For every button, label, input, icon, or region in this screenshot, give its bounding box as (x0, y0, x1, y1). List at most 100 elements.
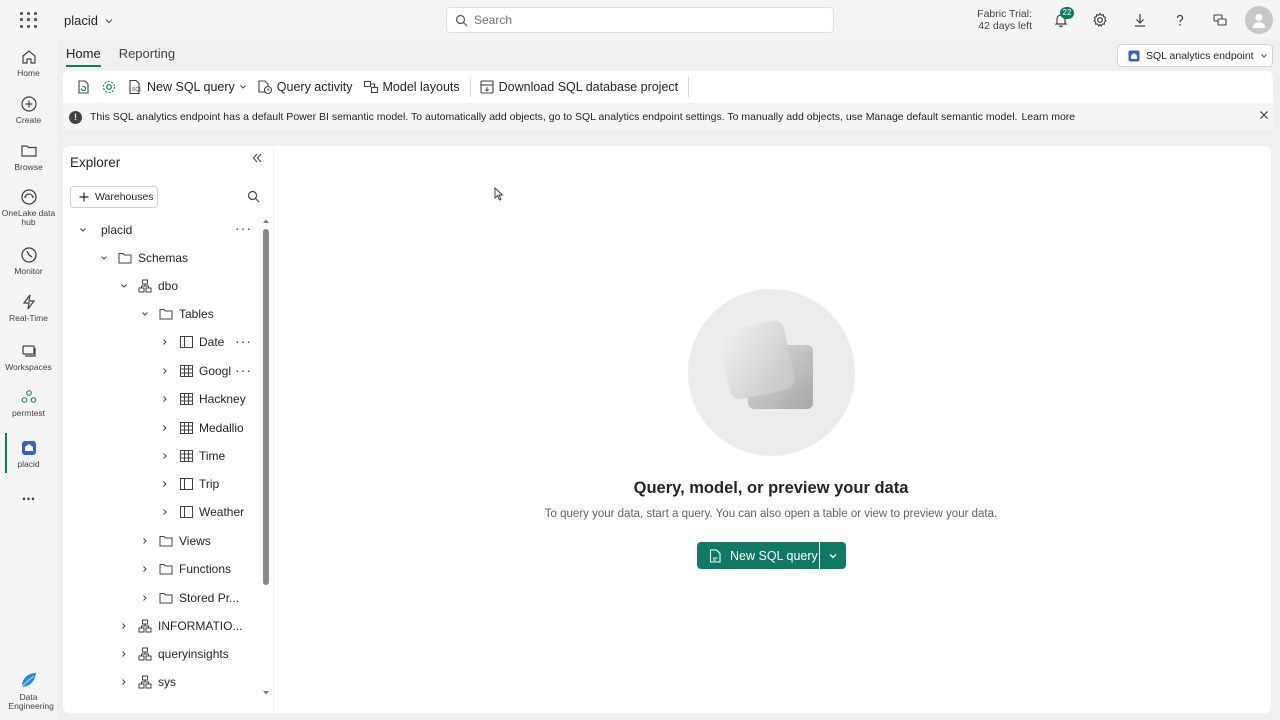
table-grid-icon (179, 365, 193, 377)
workspace-switcher[interactable]: placid (64, 13, 114, 28)
tree-item-functions[interactable]: Functions (140, 559, 231, 579)
tree-item-sys[interactable]: sys (119, 672, 176, 692)
workspace-name: placid (64, 13, 98, 28)
rail-item-monitor[interactable]: Monitor (0, 246, 57, 276)
tree-label: placid (101, 223, 133, 237)
tab-reporting[interactable]: Reporting (119, 46, 175, 67)
toolbar-divider (688, 77, 690, 97)
more-options-icon[interactable]: ··· (235, 333, 252, 349)
rail-label: Data Engineering (8, 692, 54, 711)
explorer-search-button[interactable] (247, 190, 260, 203)
scrollbar-thumb[interactable] (263, 229, 269, 585)
settings-toolbar-button[interactable] (101, 79, 117, 95)
tree-item-tables[interactable]: Tables (140, 304, 214, 324)
collapse-explorer-button[interactable] (251, 152, 263, 164)
rail-item-onelake[interactable]: OneLake data hub (0, 188, 57, 227)
more-options-icon[interactable]: ··· (235, 362, 252, 378)
new-sql-query-button[interactable]: SQL New SQL query (127, 79, 247, 95)
tree-item-root[interactable]: placid (78, 220, 132, 240)
chevron-right-icon (160, 508, 170, 516)
close-icon (1260, 111, 1268, 119)
rail-item-browse[interactable]: Browse (0, 142, 57, 172)
avatar[interactable] (1245, 6, 1273, 34)
experience-switcher[interactable]: Data Engineering (0, 670, 57, 711)
chevron-down-icon (829, 553, 837, 558)
sql-endpoint-icon (1128, 50, 1140, 61)
add-warehouses-button[interactable]: Warehouses (70, 186, 158, 208)
tree-item-schemas[interactable]: Schemas (99, 248, 188, 268)
tree-item-views[interactable]: Views (140, 531, 211, 551)
endpoint-selector[interactable]: SQL analytics endpoint (1117, 44, 1273, 67)
query-activity-icon (258, 80, 272, 95)
download-project-button[interactable]: Download SQL database project (479, 79, 678, 95)
download-button[interactable] (1130, 10, 1150, 30)
trial-days-left: 42 days left (978, 20, 1032, 32)
model-layouts-button[interactable]: Model layouts (363, 79, 460, 95)
tree-item-table[interactable]: Time (160, 446, 225, 466)
chevron-down-icon (99, 254, 109, 262)
endpoint-label: SQL analytics endpoint (1146, 49, 1254, 62)
chevron-right-icon (119, 678, 129, 686)
new-sql-query-dropdown-button[interactable] (820, 542, 846, 569)
rail-item-workspaces[interactable]: Workspaces (0, 342, 57, 372)
search-input[interactable] (474, 13, 814, 27)
folder-icon (118, 252, 132, 264)
app-launcher-icon[interactable] (18, 10, 38, 30)
rail-item-create[interactable]: Create (0, 95, 57, 125)
banner-close-button[interactable] (1259, 110, 1269, 120)
chevron-right-icon (160, 338, 170, 346)
rail-label: Workspaces (5, 362, 52, 372)
help-button[interactable] (1170, 10, 1190, 30)
tree-item-dbo[interactable]: dbo (119, 276, 178, 296)
plus-icon (79, 192, 89, 202)
toolbar-divider (469, 77, 471, 97)
rail-label: Real-Time (9, 313, 48, 323)
tree-item-table[interactable]: Date (160, 332, 224, 352)
search-icon (455, 14, 468, 26)
new-sql-query-cta-button[interactable]: New SQL query (697, 542, 819, 569)
tree-item-table[interactable]: Hackney (160, 389, 246, 409)
search-box[interactable] (446, 7, 834, 33)
workspace-permtest-icon (21, 390, 36, 403)
scroll-down-arrow-icon[interactable] (262, 690, 270, 696)
placid-icon (21, 441, 36, 455)
tab-home[interactable]: Home (66, 46, 101, 67)
tree-item-information-schema[interactable]: INFORMATIO... (119, 616, 242, 636)
tree-item-table[interactable]: Medallio (160, 418, 244, 438)
share-feedback-button[interactable] (1210, 10, 1230, 30)
rail-more[interactable]: ... (0, 488, 57, 504)
settings-button[interactable] (1090, 10, 1110, 30)
data-engineering-icon (21, 673, 36, 687)
notification-badge: 22 (1060, 7, 1074, 19)
query-activity-button[interactable]: Query activity (257, 79, 353, 95)
search-icon (247, 190, 260, 203)
chevron-right-icon (140, 537, 150, 545)
tree-item-stored-procedures[interactable]: Stored Pr... (140, 588, 239, 608)
table-icon (179, 336, 193, 348)
tree-label: INFORMATIO... (158, 619, 243, 633)
rail-item-realtime[interactable]: Real-Time (0, 293, 57, 323)
rail-item-home[interactable]: Home (0, 48, 57, 78)
tree-item-table[interactable]: Googl (160, 361, 231, 381)
chevron-down-icon (1260, 53, 1267, 58)
tree-item-queryinsights[interactable]: queryinsights (119, 644, 229, 664)
scroll-up-arrow-icon[interactable] (262, 218, 270, 224)
tree-item-table[interactable]: Weather (160, 502, 244, 522)
chevron-right-icon (160, 395, 170, 403)
chevron-down-icon (239, 85, 246, 89)
folder-icon (159, 308, 173, 320)
chevron-down-icon (105, 18, 113, 23)
tree-label: Tables (179, 307, 214, 321)
chevron-right-icon (140, 594, 150, 602)
rail-label: Home (17, 68, 40, 78)
rail-item-permtest[interactable]: permtest (0, 388, 57, 418)
ribbon-tabs: Home Reporting (66, 46, 175, 67)
refresh-button[interactable] (75, 79, 91, 95)
learn-more-link[interactable]: Learn more (1021, 111, 1075, 123)
trial-status[interactable]: Fabric Trial: 42 days left (960, 8, 1032, 32)
tree-item-table[interactable]: Trip (160, 474, 219, 494)
more-options-icon[interactable]: ··· (235, 220, 252, 236)
rail-item-placid[interactable]: placid (0, 439, 57, 469)
table-icon (179, 506, 193, 518)
rail-label: OneLake data hub (1, 208, 56, 227)
